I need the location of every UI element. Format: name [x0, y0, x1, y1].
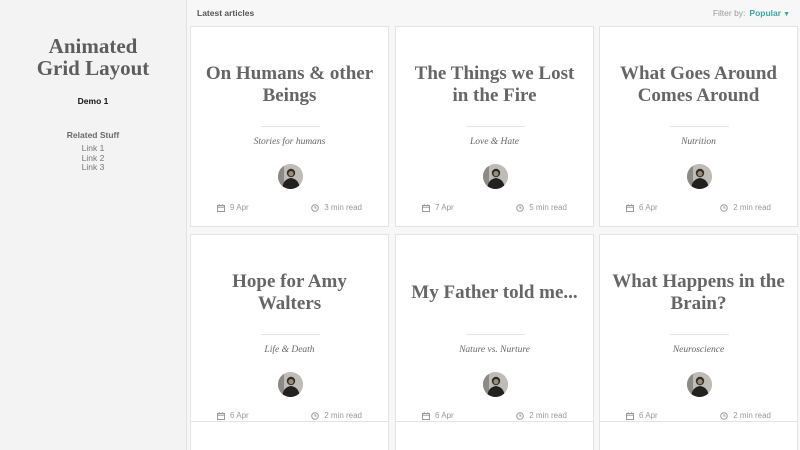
clock-icon: [516, 203, 525, 212]
article-card[interactable]: What Happens in the Brain? Neuroscience …: [599, 234, 798, 435]
calendar-icon: [626, 203, 634, 212]
article-meta: 7 Apr 5 min read: [396, 203, 593, 215]
article-date-text: 6 Apr: [639, 203, 658, 212]
filter-control: Filter by: Popular ▼: [713, 8, 790, 18]
article-card[interactable]: My Father told me... Nature vs. Nurture …: [395, 234, 594, 435]
card-divider: [466, 126, 525, 127]
caret-down-icon[interactable]: ▼: [783, 11, 790, 18]
article-read-time-text: 2 min read: [733, 203, 771, 212]
article-title[interactable]: The Things we Lost in the Fire: [406, 51, 583, 119]
article-date: 6 Apr: [626, 411, 658, 420]
clock-icon: [720, 411, 729, 420]
card-divider: [670, 334, 729, 335]
article-card[interactable]: On Humans & other Beings Stories for hum…: [190, 26, 389, 227]
article-card[interactable]: Hope for Amy Walters Life & Death 6 Apr …: [190, 234, 389, 435]
article-read-time: 5 min read: [516, 203, 567, 212]
article-date: 6 Apr: [217, 411, 249, 420]
site-title-line-1: Animated: [48, 34, 138, 58]
article-meta: 6 Apr 2 min read: [600, 203, 797, 215]
author-avatar[interactable]: [483, 164, 508, 189]
article-read-time-text: 2 min read: [324, 411, 362, 420]
sidebar: Animated Grid Layout Demo 1 Related Stuf…: [0, 0, 187, 450]
article-date: 6 Apr: [626, 203, 658, 212]
author-avatar[interactable]: [278, 164, 303, 189]
article-card-partial[interactable]: [599, 421, 798, 450]
clock-icon: [720, 203, 729, 212]
article-date-text: 6 Apr: [435, 411, 454, 420]
author-avatar[interactable]: [687, 164, 712, 189]
filter-dropdown[interactable]: Popular: [749, 8, 781, 18]
article-read-time: 2 min read: [720, 203, 771, 212]
article-card-partial[interactable]: [190, 421, 389, 450]
article-title[interactable]: What Goes Around Comes Around: [610, 51, 787, 119]
article-card[interactable]: What Goes Around Comes Around Nutrition …: [599, 26, 798, 227]
article-read-time: 2 min read: [516, 411, 567, 420]
article-read-time: 2 min read: [311, 411, 362, 420]
article-date-text: 9 Apr: [230, 203, 249, 212]
article-category: Love & Hate: [469, 137, 520, 147]
article-title[interactable]: What Happens in the Brain?: [610, 259, 787, 327]
author-avatar[interactable]: [278, 372, 303, 397]
related-links: Link 1 Link 2 Link 3: [0, 143, 186, 173]
article-grid: On Humans & other Beings Stories for hum…: [190, 26, 800, 450]
filter-label: Filter by:: [712, 8, 746, 18]
card-divider: [261, 126, 320, 127]
site-title-line-2: Grid Layout: [36, 56, 150, 80]
related-heading: Related Stuff: [66, 130, 120, 140]
article-meta: 9 Apr 3 min read: [191, 203, 388, 215]
author-avatar[interactable]: [687, 372, 712, 397]
article-card-partial[interactable]: [395, 421, 594, 450]
clock-icon: [311, 411, 320, 420]
demo-link[interactable]: Demo 1: [0, 96, 186, 106]
article-read-time-text: 5 min read: [529, 203, 567, 212]
article-title[interactable]: Hope for Amy Walters: [201, 259, 378, 327]
article-read-time-text: 2 min read: [733, 411, 771, 420]
article-title[interactable]: On Humans & other Beings: [201, 51, 378, 119]
calendar-icon: [217, 203, 225, 212]
clock-icon: [311, 203, 320, 212]
clock-icon: [516, 411, 525, 420]
article-date: 7 Apr: [422, 203, 454, 212]
article-title[interactable]: My Father told me...: [406, 259, 583, 327]
article-read-time-text: 2 min read: [529, 411, 567, 420]
article-date: 9 Apr: [217, 203, 249, 212]
article-date: 6 Apr: [422, 411, 454, 420]
article-date-text: 6 Apr: [230, 411, 249, 420]
calendar-icon: [422, 411, 430, 420]
article-category: Nutrition: [681, 137, 716, 147]
latest-articles-heading: Latest articles: [197, 8, 255, 18]
article-category: Stories for humans: [253, 137, 326, 147]
article-read-time: 3 min read: [311, 203, 362, 212]
calendar-icon: [422, 203, 430, 212]
calendar-icon: [217, 411, 225, 420]
article-category: Life & Death: [264, 345, 315, 355]
article-category: Nature vs. Nurture: [459, 345, 530, 355]
calendar-icon: [626, 411, 634, 420]
related-link-3[interactable]: Link 3: [0, 163, 186, 173]
card-divider: [466, 334, 525, 335]
site-title: Animated Grid Layout: [0, 35, 186, 79]
article-category: Neuroscience: [672, 345, 725, 355]
article-read-time-text: 3 min read: [324, 203, 362, 212]
card-divider: [261, 334, 320, 335]
topbar: Latest articles Filter by: Popular ▼: [187, 0, 800, 26]
article-date-text: 6 Apr: [639, 411, 658, 420]
article-card[interactable]: The Things we Lost in the Fire Love & Ha…: [395, 26, 594, 227]
article-date-text: 7 Apr: [435, 203, 454, 212]
article-read-time: 2 min read: [720, 411, 771, 420]
author-avatar[interactable]: [483, 372, 508, 397]
card-divider: [670, 126, 729, 127]
